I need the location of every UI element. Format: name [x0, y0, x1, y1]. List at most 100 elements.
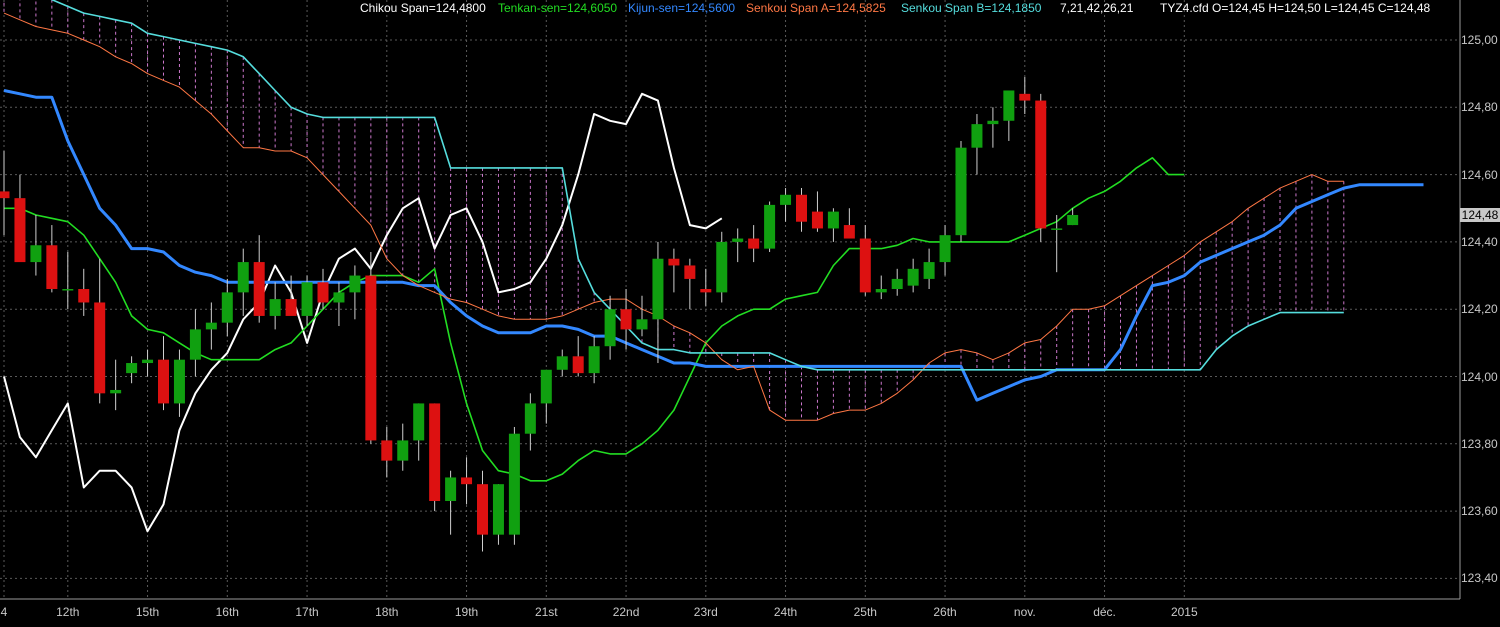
candle-up [875, 289, 887, 293]
candle-down [46, 245, 58, 290]
y-tick-label: 125,00 [1461, 33, 1498, 47]
candle-down [1019, 93, 1031, 101]
candle-down [429, 403, 441, 502]
y-tick-label: 123,60 [1461, 504, 1498, 519]
indicator-params: 7,21,42,26,21 [1060, 1, 1134, 15]
candle-down [461, 477, 473, 485]
y-tick-label: 124,20 [1461, 302, 1498, 317]
candle-down [317, 282, 329, 303]
x-tick-label: 23rd [693, 605, 718, 619]
candle-down [684, 265, 696, 279]
senkou-span-a-line [3, 12, 1344, 421]
candle-up [62, 289, 74, 291]
x-tick-label: 2015 [1170, 605, 1198, 619]
x-tick-label: 25th [853, 605, 877, 619]
x-tick-label: 19th [454, 605, 479, 619]
candle-up [1003, 90, 1015, 121]
candle-down [620, 309, 632, 330]
candle-up [827, 211, 839, 229]
candle-up [110, 389, 122, 394]
candle-up [652, 258, 664, 320]
x-tick-label: nov. [1013, 605, 1036, 619]
candle-up [923, 262, 935, 279]
candle-up [126, 363, 138, 374]
tenkan-sen-legend: Tenkan-sen=124,6050 [498, 1, 618, 15]
candle-down [668, 258, 680, 266]
candle-down [253, 262, 265, 316]
candle-down [859, 238, 871, 293]
candle-up [1067, 214, 1079, 226]
ichimoku-chart [0, 0, 1461, 600]
candle-up [524, 403, 536, 434]
candle-down [843, 225, 855, 239]
senkou-span-a-legend: Senkou Span A=124,5825 [746, 1, 886, 15]
candle-up [189, 329, 201, 360]
chikou-span-legend: Chikou Span=124,4800 [360, 1, 486, 15]
candle-up [413, 403, 425, 441]
candle-up [716, 241, 728, 293]
tenkan-sen-line [4, 157, 1185, 482]
candle-up [939, 235, 951, 263]
candle-up [604, 309, 616, 347]
x-tick-label: 15th [135, 605, 160, 619]
candle-down [700, 289, 712, 293]
candle-down [748, 238, 760, 249]
candle-up [540, 369, 552, 404]
candle-down [572, 356, 584, 374]
y-tick-label: 123,80 [1461, 436, 1498, 451]
candle-down [94, 302, 106, 394]
candle-up [764, 204, 776, 249]
candle-up [142, 359, 154, 364]
y-tick-label: 124,60 [1461, 167, 1498, 182]
x-tick-label: 26th [933, 605, 957, 619]
x-tick-label: déc. [1093, 605, 1116, 619]
candle-up [492, 484, 504, 535]
candle-down [477, 484, 488, 535]
x-tick-label: 21st [534, 605, 558, 619]
candle-up [1051, 228, 1063, 230]
candle-down [285, 299, 297, 316]
candle-up [269, 299, 281, 316]
candle-up [301, 282, 313, 316]
candle-down [365, 275, 377, 441]
candle-up [173, 359, 185, 404]
candle-up [732, 238, 744, 242]
axes-layer [0, 0, 1461, 600]
x-tick-label: 24th [773, 605, 798, 619]
candle-up [588, 346, 600, 374]
candle-up [987, 120, 999, 125]
candle-up [955, 147, 967, 236]
y-tick-label: 123,40 [1461, 571, 1498, 586]
candle-down [381, 440, 393, 461]
senkou-span-b-line [50, 0, 1344, 371]
x-tick-label: 12th [56, 605, 80, 619]
candle-up [508, 433, 520, 535]
x-tick-label: 18th [375, 605, 399, 619]
kijun-sen-legend: Kijun-sen=124,5600 [628, 1, 736, 15]
candle-up [221, 292, 233, 323]
candle-down [158, 359, 169, 404]
candle-up [971, 124, 983, 148]
x-tick-label: 22nd [612, 605, 640, 619]
candle-up [780, 194, 792, 205]
x-tick-label: 17th [295, 605, 319, 619]
candle-up [891, 278, 903, 290]
y-tick-label: 124,80 [1461, 100, 1498, 115]
x-tick-label: 4 [0, 605, 8, 619]
candle-up [237, 262, 249, 293]
candle-up [907, 268, 919, 286]
candle-down [1035, 100, 1047, 229]
candle-down [78, 289, 90, 303]
candle-up [30, 245, 42, 263]
candle-down [811, 211, 823, 229]
candle-up [397, 440, 409, 461]
candle-down [14, 198, 26, 263]
grid-layer [0, 0, 1460, 598]
candle-up [556, 356, 568, 370]
indicator-lines-layer [3, 0, 1424, 533]
candle-down [0, 191, 10, 199]
candle-up [205, 322, 217, 330]
candle-down [796, 194, 807, 222]
candle-up [349, 275, 361, 293]
ohlc-quote: TYZ4.cfd O=124,45 H=124,50 L=124,45 C=12… [1160, 1, 1431, 15]
